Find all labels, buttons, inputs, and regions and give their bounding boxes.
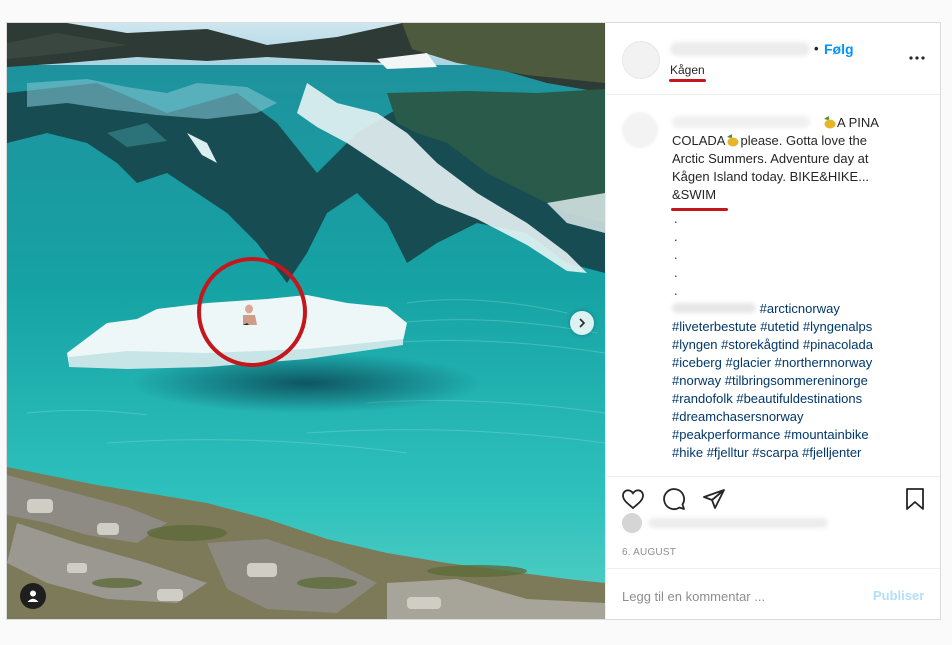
caption-dots: . . . . . bbox=[674, 210, 678, 300]
annotation-underline bbox=[669, 79, 706, 82]
hashtag-link[interactable]: #peakperformance bbox=[672, 427, 780, 442]
hashtag-link[interactable]: #utetid bbox=[760, 319, 799, 334]
pineapple-icon bbox=[727, 134, 739, 147]
user-icon bbox=[27, 590, 39, 602]
caption-dot: . bbox=[674, 211, 678, 226]
more-options-button[interactable] bbox=[906, 47, 928, 69]
comment-button[interactable] bbox=[661, 486, 687, 512]
chevron-right-icon bbox=[579, 318, 586, 328]
location-link[interactable]: Kågen bbox=[670, 63, 705, 77]
hashtag-link[interactable]: #beautifuldestinations bbox=[736, 391, 862, 406]
hashtag-list: #arcticnorway #liveterbestute #utetid #l… bbox=[672, 300, 934, 462]
tagged-users-button[interactable] bbox=[20, 583, 46, 609]
hashtag-link[interactable]: #iceberg bbox=[672, 355, 722, 370]
hashtag-link[interactable]: #dreamchasersnorway bbox=[672, 409, 804, 424]
post-header: • Følg Kågen bbox=[606, 23, 940, 95]
hashtag-link[interactable]: #mountainbike bbox=[784, 427, 869, 442]
caption-line: A PINA bbox=[837, 115, 879, 130]
post-sidebar: • Følg Kågen A PINA COLADA please. Gotta… bbox=[605, 23, 940, 619]
comment-icon bbox=[663, 488, 685, 510]
more-horizontal-icon bbox=[909, 56, 925, 60]
hashtag-link[interactable]: #northernnorway bbox=[775, 355, 873, 370]
hashtag-link[interactable]: #scarpa bbox=[752, 445, 798, 460]
avatar[interactable] bbox=[622, 112, 658, 148]
hashtag-redacted[interactable] bbox=[672, 303, 756, 313]
caption-line: &SWIM bbox=[672, 187, 717, 202]
hashtag-link[interactable]: #liveterbestute bbox=[672, 319, 757, 334]
share-button[interactable] bbox=[701, 486, 727, 512]
hashtag-link[interactable]: #lyngenalps bbox=[803, 319, 872, 334]
hashtag-link[interactable]: #lyngen bbox=[672, 337, 718, 352]
caption-text: A PINA COLADA please. Gotta love the Arc… bbox=[672, 114, 934, 204]
post-date[interactable]: 6. AUGUST bbox=[622, 547, 676, 558]
next-photo-button[interactable] bbox=[570, 311, 594, 335]
post-actions: 6. AUGUST bbox=[606, 476, 940, 568]
hashtag-link[interactable]: #storekågtind bbox=[721, 337, 799, 352]
hashtag-link[interactable]: #randofolk bbox=[672, 391, 733, 406]
caption-line: Arctic Summers. Adventure day at bbox=[672, 151, 869, 166]
avatar bbox=[622, 513, 642, 533]
follow-separator: • bbox=[814, 41, 819, 56]
lake-iceberg-photo bbox=[7, 23, 605, 619]
instagram-post: • Følg Kågen A PINA COLADA please. Gotta… bbox=[6, 22, 941, 620]
heart-icon bbox=[622, 489, 644, 510]
avatar[interactable] bbox=[622, 41, 660, 79]
caption-dot: . bbox=[674, 265, 678, 280]
comment-input[interactable] bbox=[622, 585, 852, 607]
save-button[interactable] bbox=[902, 486, 928, 512]
hashtag-link[interactable]: #arcticnorway bbox=[760, 301, 840, 316]
hashtag-link[interactable]: #norway bbox=[672, 373, 721, 388]
annotation-underline bbox=[671, 208, 728, 211]
post-photo[interactable] bbox=[7, 23, 605, 619]
paper-plane-icon bbox=[703, 489, 725, 509]
caption-line: COLADA bbox=[672, 133, 726, 148]
like-button[interactable] bbox=[620, 486, 646, 512]
caption-line: please. Gotta love the bbox=[740, 133, 867, 148]
bookmark-icon bbox=[906, 488, 924, 510]
pineapple-icon bbox=[824, 116, 836, 129]
caption-dot: . bbox=[674, 229, 678, 244]
hashtag-link[interactable]: #fjelltur bbox=[707, 445, 749, 460]
hashtag-link[interactable]: #tilbringsommereninorge bbox=[725, 373, 868, 388]
hashtag-link[interactable]: #fjelljenter bbox=[802, 445, 861, 460]
publish-button[interactable]: Publiser bbox=[873, 588, 924, 603]
caption-area: A PINA COLADA please. Gotta love the Arc… bbox=[606, 96, 940, 476]
caption-line: Kågen Island today. BIKE&HIKE... bbox=[672, 169, 870, 184]
likes-text-redacted bbox=[648, 518, 828, 528]
username-redacted[interactable] bbox=[670, 42, 810, 56]
hashtag-link[interactable]: #pinacolada bbox=[803, 337, 873, 352]
hashtag-link[interactable]: #hike bbox=[672, 445, 703, 460]
hashtag-link[interactable]: #glacier bbox=[726, 355, 772, 370]
add-comment-form: Publiser bbox=[606, 568, 940, 619]
caption-dot: . bbox=[674, 283, 678, 298]
follow-button[interactable]: Følg bbox=[824, 41, 854, 57]
caption-dot: . bbox=[674, 247, 678, 262]
